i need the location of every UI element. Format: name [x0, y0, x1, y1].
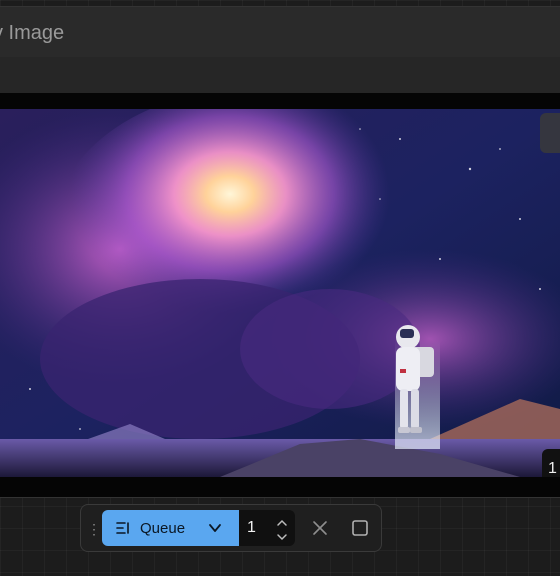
image-count-badge: 1 — [542, 449, 560, 477]
image-preview-frame: 1 — [0, 93, 560, 497]
batch-count-stepper — [239, 510, 295, 546]
queue-toolbar: ⋮ Queue — [80, 504, 382, 552]
close-icon — [305, 521, 335, 547]
chevron-down-small-icon[interactable] — [275, 530, 289, 542]
chevron-down-icon[interactable] — [208, 521, 222, 535]
astronaut-nebula-image — [0, 109, 560, 477]
drag-handle-icon[interactable]: ⋮ — [87, 519, 101, 539]
node-title: v Image — [0, 22, 65, 44]
stop-square-icon — [345, 520, 375, 547]
queue-button-label: Queue — [140, 520, 186, 537]
stop-button[interactable] — [345, 513, 375, 543]
chevron-up-icon[interactable] — [275, 516, 289, 528]
node-header[interactable]: v Image — [0, 7, 560, 58]
cancel-button[interactable] — [305, 513, 335, 543]
queue-list-icon — [115, 520, 131, 536]
queue-button[interactable]: Queue — [102, 510, 239, 546]
batch-count-input[interactable] — [247, 519, 275, 537]
image-options-button[interactable] — [540, 113, 560, 153]
generated-image[interactable]: 1 — [0, 109, 560, 477]
